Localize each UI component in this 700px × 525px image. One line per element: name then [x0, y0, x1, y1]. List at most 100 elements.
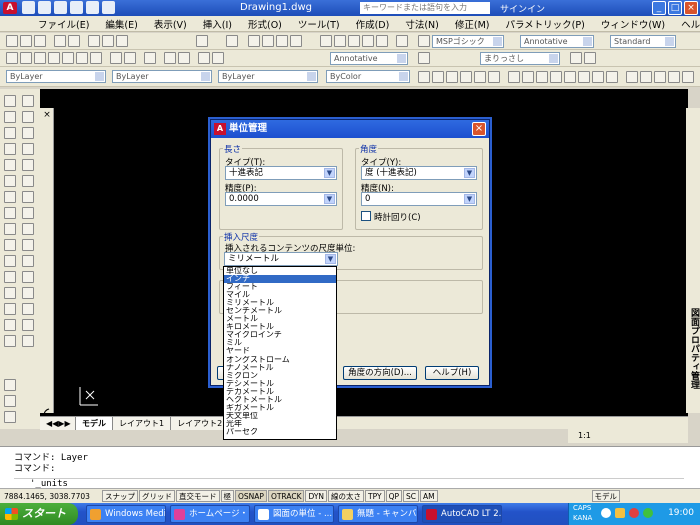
- task-windows-media[interactable]: Windows Medi...: [86, 505, 166, 523]
- task-autocad[interactable]: AutoCAD LT 2...: [422, 505, 502, 523]
- clock[interactable]: 19:00: [668, 508, 694, 518]
- dyn-toggle[interactable]: DYN: [305, 490, 328, 502]
- list-item[interactable]: ミル: [224, 339, 336, 347]
- direction-button[interactable]: 角度の方向(D)...: [343, 366, 417, 380]
- help-icon[interactable]: [396, 35, 408, 47]
- insert-block-tool-icon[interactable]: [4, 191, 16, 203]
- table-style-combo[interactable]: Standard: [610, 35, 676, 48]
- offset-icon[interactable]: [508, 71, 520, 83]
- list-item[interactable]: センチメートル: [224, 307, 336, 315]
- task-homepage-builder[interactable]: ホームページ・ビ...: [170, 505, 250, 523]
- sc-toggle[interactable]: SC: [403, 490, 420, 502]
- baseline-icon[interactable]: [110, 52, 122, 64]
- list-item[interactable]: 単位なし: [224, 267, 336, 275]
- text-tool-icon[interactable]: [4, 335, 16, 347]
- polyline-icon[interactable]: [446, 71, 458, 83]
- am-toggle[interactable]: AM: [420, 490, 438, 502]
- menu-draw[interactable]: 作成(D): [348, 17, 398, 31]
- open-icon[interactable]: [38, 1, 51, 14]
- update-icon[interactable]: [643, 508, 653, 518]
- spell-check-icon[interactable]: [4, 411, 16, 423]
- signin-link[interactable]: サインイン: [500, 2, 545, 15]
- dialog-close-button[interactable]: ×: [472, 122, 486, 136]
- list-item[interactable]: 光年: [224, 420, 336, 428]
- zoom-window-icon[interactable]: [276, 35, 288, 47]
- ellipse-arc-tool-icon[interactable]: [22, 175, 34, 187]
- minimize-button[interactable]: _: [652, 1, 666, 15]
- pan-icon[interactable]: [248, 35, 260, 47]
- angle-precision-select[interactable]: 0 ▼: [361, 192, 477, 206]
- spline-tool-icon[interactable]: [22, 159, 34, 171]
- text-style-combo[interactable]: MSPゴシック: [432, 35, 504, 48]
- menu-dimension[interactable]: 寸法(N): [397, 17, 447, 31]
- annotation-text-icon[interactable]: [4, 379, 16, 391]
- trim-icon[interactable]: [592, 71, 604, 83]
- menu-modify[interactable]: 修正(M): [447, 17, 498, 31]
- list-item[interactable]: ヤード: [224, 347, 336, 355]
- list-item[interactable]: フィート: [224, 283, 336, 291]
- snap-toggle[interactable]: スナップ: [102, 490, 138, 502]
- scale-tool-icon[interactable]: [4, 303, 16, 315]
- markup-icon[interactable]: [376, 35, 388, 47]
- polar-toggle[interactable]: 極: [220, 490, 234, 502]
- mtext-tool-icon[interactable]: [22, 239, 34, 251]
- scale-icon[interactable]: [564, 71, 576, 83]
- new-icon[interactable]: [22, 1, 35, 14]
- dim-edit-icon[interactable]: [198, 52, 210, 64]
- circle-tool-icon[interactable]: [22, 143, 34, 155]
- menu-tools[interactable]: ツール(T): [290, 17, 348, 31]
- aligned-dim-icon[interactable]: [20, 52, 32, 64]
- angle-type-select[interactable]: 度 (十進表記) ▼: [361, 166, 477, 180]
- copy-tool-icon[interactable]: [22, 255, 34, 267]
- close-button[interactable]: ×: [684, 1, 698, 15]
- array-tool-icon[interactable]: [4, 287, 16, 299]
- rectangle-tool-icon[interactable]: [22, 127, 34, 139]
- security-icon[interactable]: [629, 508, 639, 518]
- region-tool-icon[interactable]: [22, 223, 34, 235]
- list-item[interactable]: メートル: [224, 315, 336, 323]
- preview-icon[interactable]: [68, 35, 80, 47]
- tool-palettes-icon[interactable]: [348, 35, 360, 47]
- extend-icon[interactable]: [606, 71, 618, 83]
- list-item[interactable]: マイクロインチ: [224, 331, 336, 339]
- mirror-icon[interactable]: [488, 71, 500, 83]
- open-icon[interactable]: [20, 35, 32, 47]
- hatch-tool-icon[interactable]: [22, 207, 34, 219]
- revcloud-tool-icon[interactable]: [4, 159, 16, 171]
- list-item[interactable]: 天文単位: [224, 412, 336, 420]
- angular-dim-icon[interactable]: [90, 52, 102, 64]
- tolerance-icon[interactable]: [164, 52, 176, 64]
- lineweight-combo[interactable]: ByLayer: [218, 70, 318, 83]
- table-tool-icon[interactable]: [4, 239, 16, 251]
- help-button[interactable]: ヘルプ(H): [425, 366, 479, 380]
- copy-icon[interactable]: [102, 35, 114, 47]
- multileader-icon[interactable]: [418, 52, 430, 64]
- collect-icon[interactable]: [584, 52, 596, 64]
- length-type-select[interactable]: 十進表記 ▼: [225, 166, 337, 180]
- list-item[interactable]: オングストローム: [224, 356, 336, 364]
- insertion-units-select[interactable]: ミリメートル ▼: [224, 252, 338, 266]
- grid-toggle[interactable]: グリッド: [139, 490, 175, 502]
- menu-format[interactable]: 形式(O): [240, 17, 290, 31]
- make-block-tool-icon[interactable]: [22, 191, 34, 203]
- start-button[interactable]: スタート: [0, 503, 78, 525]
- print-icon[interactable]: [70, 1, 83, 14]
- line-tool-icon[interactable]: [4, 95, 16, 107]
- diameter-dim-icon[interactable]: [76, 52, 88, 64]
- task-canvas[interactable]: 無題 - キャンバ...: [338, 505, 418, 523]
- cut-icon[interactable]: [88, 35, 100, 47]
- stretch-tool-icon[interactable]: [22, 303, 34, 315]
- arc-tool-icon[interactable]: [4, 143, 16, 155]
- list-item[interactable]: パーセク: [224, 428, 336, 436]
- mirror-tool-icon[interactable]: [4, 271, 16, 283]
- ray-tool-icon[interactable]: [22, 95, 34, 107]
- align-icon[interactable]: [570, 52, 582, 64]
- line-icon[interactable]: [418, 71, 430, 83]
- polygon-tool-icon[interactable]: [4, 127, 16, 139]
- maximize-button[interactable]: □: [668, 1, 682, 15]
- linetype-combo[interactable]: ByLayer: [112, 70, 212, 83]
- ellipse-tool-icon[interactable]: [4, 175, 16, 187]
- list-item[interactable]: キロメートル: [224, 323, 336, 331]
- dialog-title-bar[interactable]: A 単位管理: [211, 120, 489, 138]
- multileader-style-combo[interactable]: まりっさし: [480, 52, 560, 65]
